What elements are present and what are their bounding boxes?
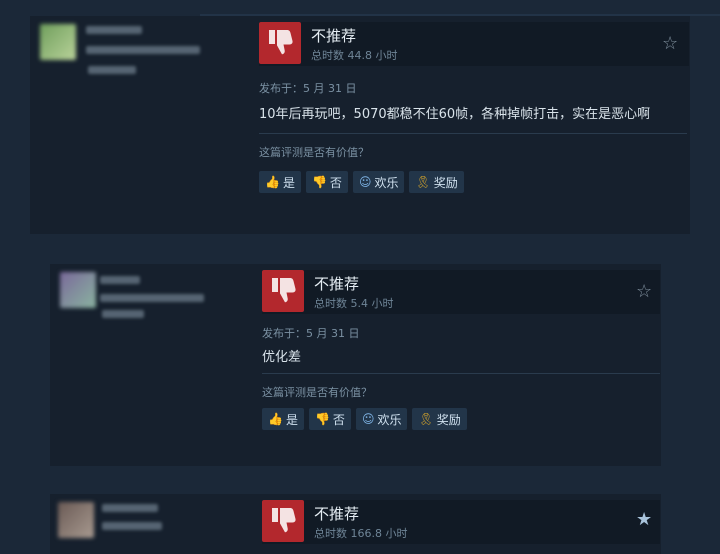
vote-yes-label: 是 bbox=[285, 412, 298, 427]
award-label: 奖励 bbox=[436, 412, 461, 427]
review-header: 不推荐 总时数 166.8 小时 bbox=[262, 500, 660, 544]
playtime-hours: 总时数 166.8 小时 bbox=[314, 527, 408, 540]
review-verdict: 不推荐 bbox=[311, 27, 357, 45]
reviewer-games-blurred bbox=[86, 46, 200, 54]
vote-funny-button[interactable]: ☺ 欢乐 bbox=[352, 171, 405, 193]
vote-yes-button[interactable]: 👍 是 bbox=[259, 171, 301, 193]
award-button[interactable]: 🎗 奖励 bbox=[409, 171, 464, 193]
smiley-icon: ☺ bbox=[358, 175, 372, 189]
review-card: 不推荐 总时数 166.8 小时 ★ bbox=[50, 494, 661, 554]
avatar[interactable] bbox=[58, 502, 94, 538]
vote-no-button[interactable]: 👎 否 bbox=[305, 171, 348, 193]
vote-buttons: 👍 是 👎 否 ☺ 欢乐 🎗 奖励 bbox=[259, 171, 464, 193]
reviewer-name-blurred[interactable] bbox=[102, 504, 158, 512]
helpful-prompt: 这篇评测是否有价值？ bbox=[259, 146, 369, 159]
vote-funny-button[interactable]: ☺ 欢乐 bbox=[355, 408, 408, 430]
reviewer-panel[interactable] bbox=[50, 264, 250, 466]
reviewer-reviews-blurred bbox=[102, 310, 144, 318]
vote-yes-button[interactable]: 👍 是 bbox=[262, 408, 304, 430]
star-icon[interactable]: ★ bbox=[636, 509, 652, 530]
avatar[interactable] bbox=[40, 24, 76, 60]
review-text: 10年后再玩吧，5070都稳不住60帧，各种掉帧打击，实在是恶心啊 bbox=[259, 107, 651, 122]
thumbs-down-icon bbox=[272, 508, 296, 533]
reviewer-name-blurred[interactable] bbox=[86, 26, 142, 34]
reviewer-games-blurred bbox=[100, 294, 204, 302]
star-icon[interactable]: ☆ bbox=[662, 33, 678, 54]
vote-no-label: 否 bbox=[332, 412, 345, 427]
vote-buttons: 👍 是 👎 否 ☺ 欢乐 🎗 奖励 bbox=[262, 408, 467, 430]
divider bbox=[259, 133, 687, 134]
thumbs-up-icon: 👍 bbox=[268, 412, 283, 426]
verdict-thumb-box bbox=[262, 500, 304, 542]
playtime-hours: 总时数 5.4 小时 bbox=[314, 297, 394, 310]
award-ribbon-icon: 🎗 bbox=[415, 175, 431, 189]
review-card: 不推荐 总时数 44.8 小时 ☆ 发布于：5 月 31 日 10年后再玩吧，5… bbox=[30, 16, 690, 234]
posted-date: 发布于：5 月 31 日 bbox=[259, 82, 357, 95]
verdict-thumb-box bbox=[259, 22, 301, 64]
review-header: 不推荐 总时数 44.8 小时 bbox=[259, 22, 689, 66]
posted-date: 发布于：5 月 31 日 bbox=[262, 327, 360, 340]
vote-funny-label: 欢乐 bbox=[377, 412, 402, 427]
thumbs-down-icon: 👎 bbox=[311, 175, 327, 189]
verdict-thumb-box bbox=[262, 270, 304, 312]
review-header: 不推荐 总时数 5.4 小时 bbox=[262, 270, 660, 314]
smiley-icon: ☺ bbox=[361, 412, 375, 426]
reviewer-reviews-blurred bbox=[88, 66, 136, 74]
vote-funny-label: 欢乐 bbox=[374, 175, 399, 190]
review-verdict: 不推荐 bbox=[314, 505, 360, 523]
reviewer-panel[interactable] bbox=[50, 494, 250, 554]
thumbs-up-icon: 👍 bbox=[265, 175, 280, 189]
thumbs-down-icon bbox=[272, 278, 296, 303]
thumbs-down-icon bbox=[269, 30, 293, 55]
reviewer-panel[interactable] bbox=[30, 16, 230, 234]
review-card: 不推荐 总时数 5.4 小时 ☆ 发布于：5 月 31 日 优化差 这篇评测是否… bbox=[50, 264, 661, 466]
vote-no-button[interactable]: 👎 否 bbox=[308, 408, 351, 430]
playtime-hours: 总时数 44.8 小时 bbox=[311, 49, 398, 62]
helpful-prompt: 这篇评测是否有价值？ bbox=[262, 386, 372, 399]
review-text: 优化差 bbox=[262, 350, 302, 365]
star-icon[interactable]: ☆ bbox=[636, 281, 652, 302]
divider bbox=[262, 373, 660, 374]
vote-yes-label: 是 bbox=[282, 175, 295, 190]
thumbs-down-icon: 👎 bbox=[314, 412, 330, 426]
reviewer-name-blurred[interactable] bbox=[100, 276, 140, 284]
review-verdict: 不推荐 bbox=[314, 275, 360, 293]
reviewer-games-blurred bbox=[102, 522, 162, 530]
award-button[interactable]: 🎗 奖励 bbox=[412, 408, 467, 430]
award-label: 奖励 bbox=[433, 175, 458, 190]
avatar[interactable] bbox=[60, 272, 96, 308]
vote-no-label: 否 bbox=[329, 175, 342, 190]
award-ribbon-icon: 🎗 bbox=[418, 412, 434, 426]
